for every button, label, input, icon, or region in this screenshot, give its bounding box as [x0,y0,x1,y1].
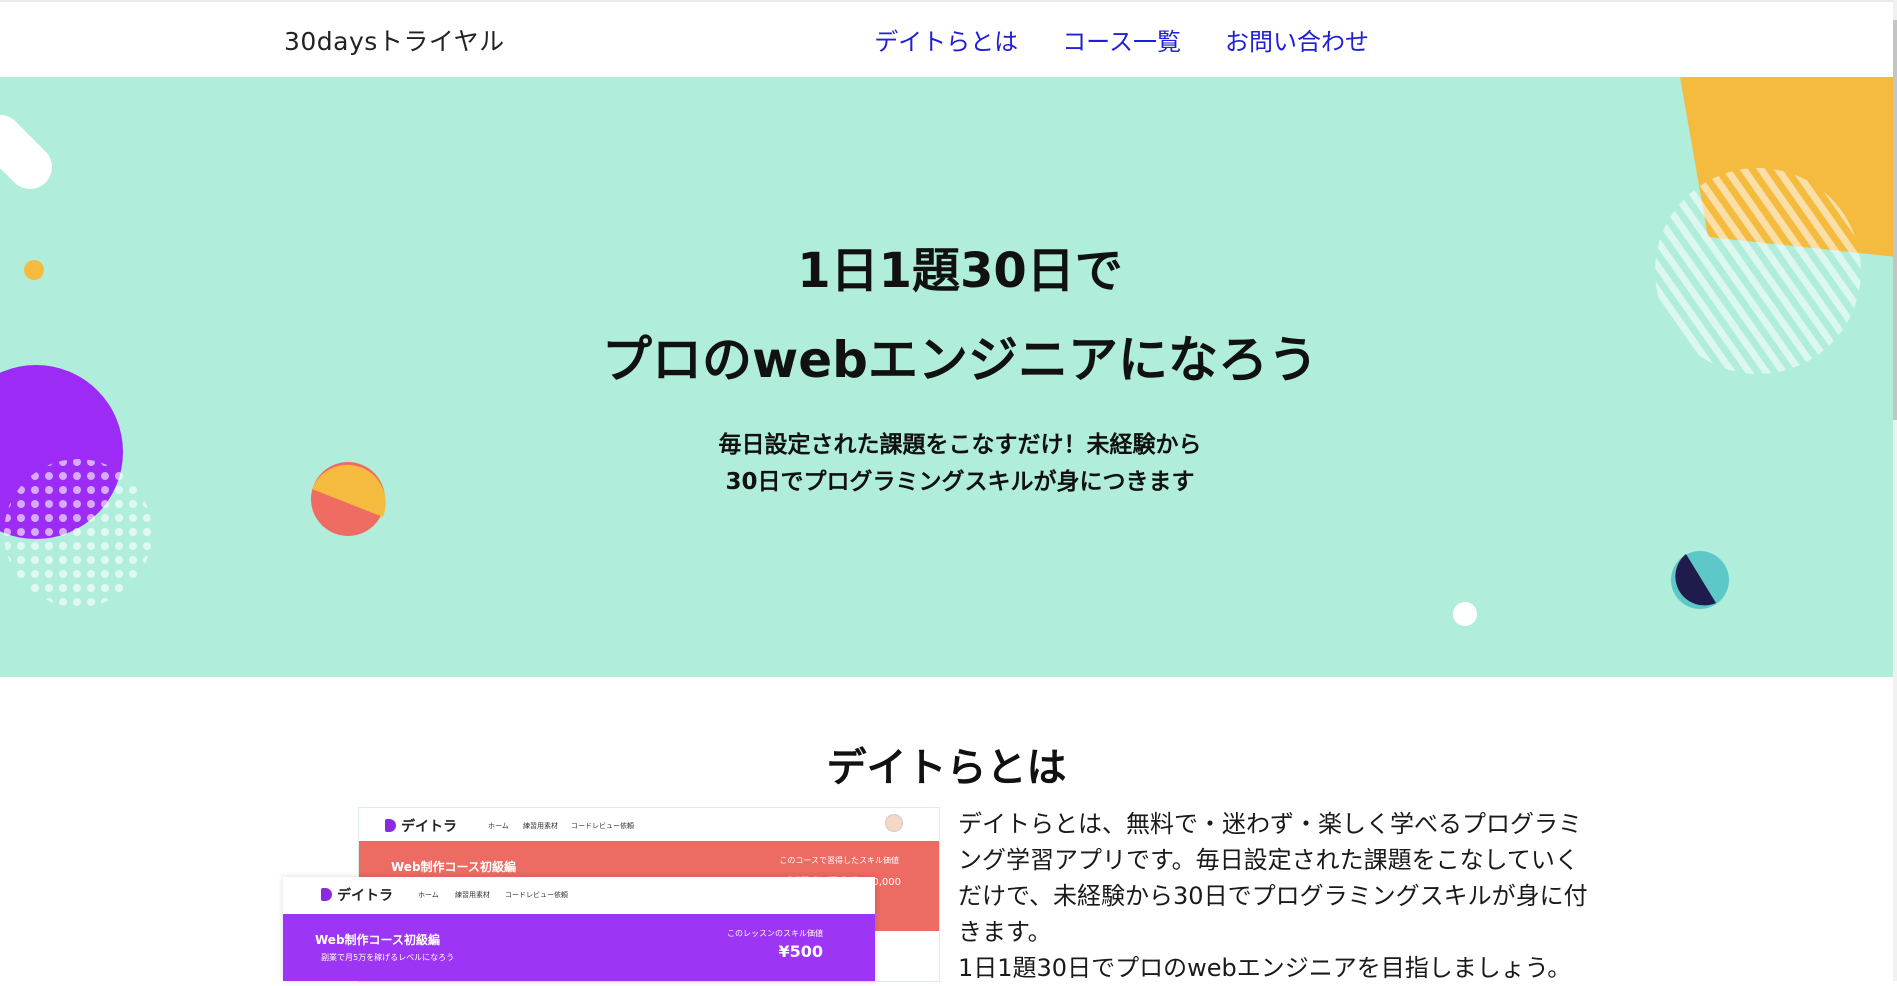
app-nav-materials: 練習用素材 [455,891,490,899]
app-logo: デイトラ [385,816,457,836]
app-logo: デイトラ [321,885,393,905]
about-title: デイトらとは [826,745,1067,792]
hero-section: 1日1題30日で プロのwebエンジニアになろう 毎日設定された課題をこなすだけ… [0,77,1897,677]
about-text-line: ング学習アプリです。毎日設定された課題をこなしていく [958,846,1579,874]
app-nav-home: ホーム [418,891,439,899]
site-logo[interactable]: 30daysトライヤル [284,22,505,58]
app-nav-materials: 練習用素材 [523,822,558,830]
navy-teal-circle-shape [1671,551,1729,609]
app-nav-review: コードレビュー依頼 [571,822,634,830]
app-header: デイトラ ホーム 練習用素材 コードレビュー依頼 [359,808,939,841]
skill-value-suffix: 0,000 [872,877,901,888]
hero-title-line1: 1日1題30日で [797,243,1123,299]
skill-value-label: このコースで習得したスキル価値 [779,856,899,865]
nav-link-contact[interactable]: お問い合わせ [1225,22,1369,57]
app-screenshot-front: デイトラ ホーム 練習用素材 コードレビュー依頼 Web制作コース初級編 副業で… [283,877,875,981]
page-scrollbar[interactable] [1893,0,1897,981]
hero-subtitle-line1: 毎日設定された課題をこなすだけ！未経験から [718,432,1202,458]
hero-title-line2: プロのwebエンジニアになろう [602,331,1318,389]
app-nav-home: ホーム [488,822,509,830]
about-description: デイトらとは、無料で・迷わず・楽しく学べるプログラミ ング学習アプリです。毎日設… [958,806,1598,986]
about-text-line: だけで、未経験から30日でプログラミングスキルが身に付 [958,882,1588,910]
skill-value-label: このレッスンのスキル価値 [727,929,823,938]
course-caption: 副業で月5万を稼げるレベルになろう [321,953,455,962]
white-capsule-shape [0,115,52,189]
nav-link-courses[interactable]: コース一覧 [1062,22,1181,57]
hero-subtitle-line2: 30日でプログラミングスキルが身につきます [725,469,1195,495]
nav-link-about[interactable]: デイトらとは [874,22,1018,57]
site-header: 30daysトライヤル デイトらとは コース一覧 お問い合わせ [0,0,1897,77]
course-banner-front: Web制作コース初級編 副業で月5万を稼げるレベルになろう このレッスンのスキル… [283,914,875,981]
app-header: デイトラ ホーム 練習用素材 コードレビュー依頼 [283,877,875,910]
about-text-line: デイトらとは、無料で・迷わず・楽しく学べるプログラミ [958,810,1582,838]
white-dot-shape [1453,602,1477,626]
app-nav-review: コードレビュー依頼 [505,891,568,899]
skill-value-price: ¥500 [778,942,823,961]
about-text-line: きます。 [958,918,1052,946]
scrollbar-thumb[interactable] [1893,20,1897,420]
course-title: Web制作コース初級編 [391,860,516,874]
main-nav: デイトらとは コース一覧 お問い合わせ [874,22,1369,57]
course-title: Web制作コース初級編 [315,933,440,947]
avatar [885,814,903,832]
